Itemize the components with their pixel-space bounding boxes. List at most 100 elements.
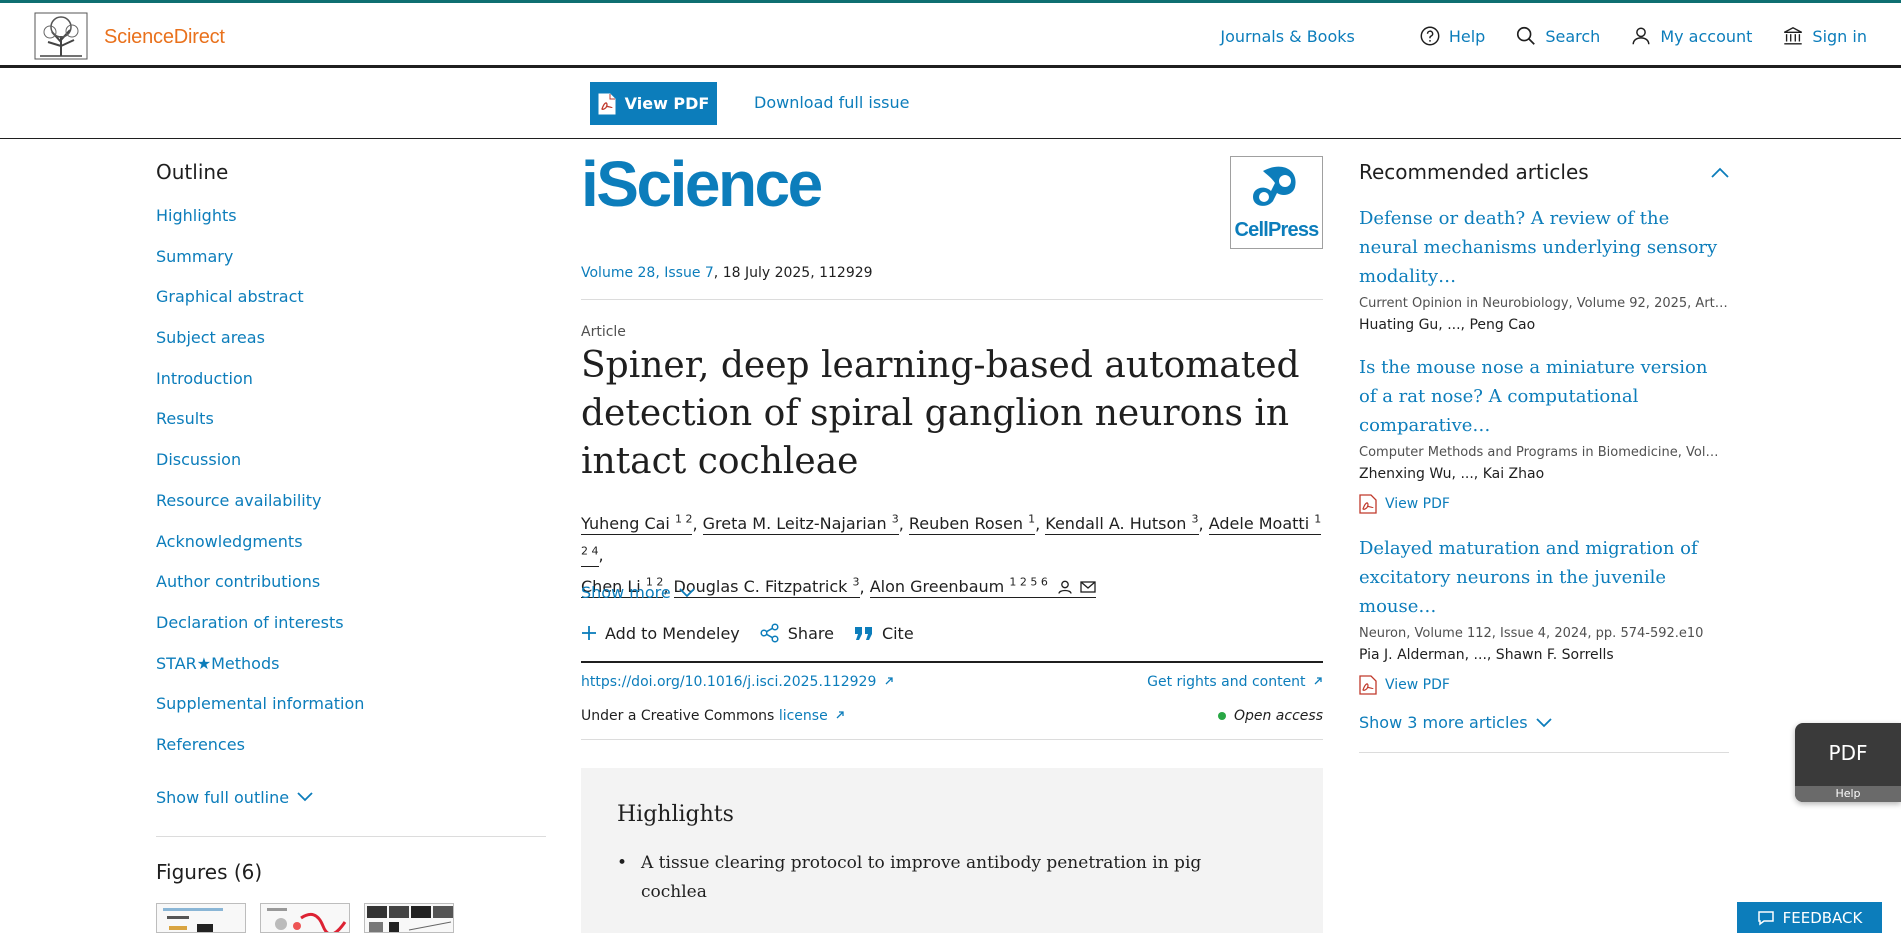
get-rights-label: Get rights and content [1147, 674, 1306, 690]
elsevier-tree-logo-icon[interactable] [34, 12, 88, 60]
recommended-view-pdf-link[interactable]: View PDF [1359, 675, 1729, 695]
recommended-article-title[interactable]: Is the mouse nose a miniature version of… [1359, 353, 1729, 440]
author-link[interactable]: Greta M. Leitz-Najarian 3 [702, 513, 899, 536]
pdf-file-icon [1359, 675, 1377, 695]
license-line: Under a Creative Commons license [581, 708, 845, 724]
show-more-button[interactable]: Show more [581, 583, 695, 602]
share-button[interactable]: Share [760, 623, 834, 643]
author-link[interactable]: Yuheng Cai 1 2 [581, 513, 693, 536]
nav-my-account-label: My account [1660, 26, 1753, 46]
outline-item-highlights[interactable]: Highlights [156, 206, 546, 247]
license-link[interactable]: license [779, 708, 845, 724]
author-link[interactable]: Alon Greenbaum 1 2 5 6 [869, 576, 1096, 598]
cite-button[interactable]: Cite [854, 624, 914, 643]
license-prefix: Under a Creative Commons [581, 708, 779, 724]
nav-search[interactable]: Search [1515, 25, 1600, 47]
author-link[interactable]: Kendall A. Hutson 3 [1045, 513, 1199, 536]
recommended-header[interactable]: Recommended articles [1359, 160, 1729, 184]
share-label: Share [787, 623, 834, 643]
recommended-view-pdf-link[interactable]: View PDF [1359, 494, 1729, 514]
external-link-icon [1314, 677, 1322, 685]
help-circle-icon [1420, 26, 1440, 46]
nav-journals-books-label: Journals & Books [1220, 26, 1355, 46]
outline-item-declaration-of-interests[interactable]: Declaration of interests [156, 613, 546, 654]
journal-logo[interactable]: iScience [581, 152, 823, 216]
search-icon [1517, 26, 1536, 45]
view-pdf-button[interactable]: View PDF [590, 82, 717, 125]
get-rights-link[interactable]: Get rights and content [1147, 674, 1323, 690]
show-full-outline-button[interactable]: Show full outline [156, 788, 546, 807]
divider [1359, 752, 1729, 753]
outline-divider [156, 836, 546, 837]
volume-issue-link[interactable]: Volume 28, Issue 7 [581, 265, 714, 281]
chevron-down-icon [297, 792, 313, 802]
pdf-file-icon [598, 93, 616, 114]
volume-line: Volume 28, Issue 7, 18 July 2025, 112929 [581, 265, 873, 281]
pdf-help-widget[interactable]: PDF Help [1795, 723, 1901, 802]
cite-label: Cite [881, 623, 914, 643]
nav-journals-books[interactable]: Journals & Books [1220, 27, 1354, 46]
sciencedirect-logo[interactable]: ScienceDirect [104, 26, 225, 49]
outline-item-introduction[interactable]: Introduction [156, 369, 546, 410]
pdf-widget-help: Help [1795, 786, 1901, 802]
author-name: Alon Greenbaum [869, 576, 1005, 596]
figure-thumbnail[interactable] [364, 903, 454, 933]
outline-item-references[interactable]: References [156, 735, 546, 776]
recommended-article-title[interactable]: Delayed maturation and migration of exci… [1359, 534, 1729, 621]
open-access-label: Open access [1233, 708, 1323, 724]
highlights-title: Highlights [617, 802, 734, 827]
nav-search-label: Search [1545, 26, 1601, 46]
outline-item-supplemental-information[interactable]: Supplemental information [156, 694, 546, 735]
author-name: Reuben Rosen [908, 514, 1023, 534]
show-more-articles-button[interactable]: Show 3 more articles [1359, 713, 1729, 732]
nav-help-label: Help [1448, 26, 1486, 46]
outline-item-acknowledgments[interactable]: Acknowledgments [156, 532, 546, 573]
feedback-label: FEEDBACK [1782, 908, 1863, 927]
license-link-label: license [778, 708, 828, 724]
outline-title: Outline [156, 160, 229, 184]
figure-thumbnail-image [163, 908, 223, 932]
doi-link[interactable]: https://doi.org/10.1016/j.isci.2025.1129… [581, 674, 894, 690]
recommended-article-source: Current Opinion in Neurobiology, Volume … [1359, 296, 1728, 311]
article-toolbar: View PDF Download full issue [0, 68, 1901, 139]
author-name: Douglas C. Fitzpatrick [673, 576, 848, 596]
external-link-icon [885, 677, 893, 685]
feedback-button[interactable]: FEEDBACK [1737, 902, 1882, 933]
add-to-mendeley-button[interactable]: Add to Mendeley [581, 624, 740, 643]
nav-sign-in-label: Sign in [1812, 26, 1867, 46]
outline-sidebar: Outline Highlights Summary Graphical abs… [156, 160, 546, 807]
outline-item-graphical-abstract[interactable]: Graphical abstract [156, 287, 546, 328]
outline-item-discussion[interactable]: Discussion [156, 450, 546, 491]
top-header: ScienceDirect Journals & Books Help Sear… [0, 0, 1901, 68]
recommended-articles: Recommended articles Defense or death? A… [1359, 160, 1729, 753]
volume-date: , 18 July 2025, 112929 [713, 265, 873, 281]
figure-thumbnail[interactable] [156, 903, 246, 933]
top-nav: Journals & Books Help Search My account … [1190, 25, 1867, 47]
outline-item-results[interactable]: Results [156, 409, 546, 450]
divider [581, 299, 1323, 300]
author-link[interactable]: Reuben Rosen 1 [908, 513, 1036, 536]
publisher-logo[interactable]: CellPress [1230, 156, 1323, 249]
outline-item-summary[interactable]: Summary [156, 247, 546, 288]
figure-thumbnail[interactable] [260, 903, 350, 933]
doi-text: https://doi.org/10.1016/j.isci.2025.1129… [581, 674, 877, 690]
outline-item-star-methods[interactable]: STAR★Methods [156, 654, 546, 695]
download-full-issue-link[interactable]: Download full issue [754, 93, 909, 112]
nav-my-account[interactable]: My account [1630, 25, 1752, 47]
chat-bubble-icon [1757, 910, 1774, 925]
author-link[interactable]: Douglas C. Fitzpatrick 3 [673, 575, 860, 598]
chevron-up-icon [1711, 167, 1729, 178]
author-affiliation: 1 2 [674, 513, 693, 526]
outline-list: Highlights Summary Graphical abstract Su… [156, 206, 546, 776]
quote-icon [854, 627, 872, 640]
recommended-article-title[interactable]: Defense or death? A review of the neural… [1359, 204, 1729, 291]
outline-item-resource-availability[interactable]: Resource availability [156, 491, 546, 532]
outline-item-subject-areas[interactable]: Subject areas [156, 328, 546, 369]
author-affiliation: 3 [852, 575, 860, 589]
highlights-section: Highlights A tissue clearing protocol to… [581, 768, 1323, 933]
outline-item-author-contributions[interactable]: Author contributions [156, 572, 546, 613]
nav-sign-in[interactable]: Sign in [1782, 25, 1867, 47]
nav-help[interactable]: Help [1419, 25, 1485, 47]
divider [581, 739, 1323, 740]
chevron-down-icon [679, 587, 695, 597]
